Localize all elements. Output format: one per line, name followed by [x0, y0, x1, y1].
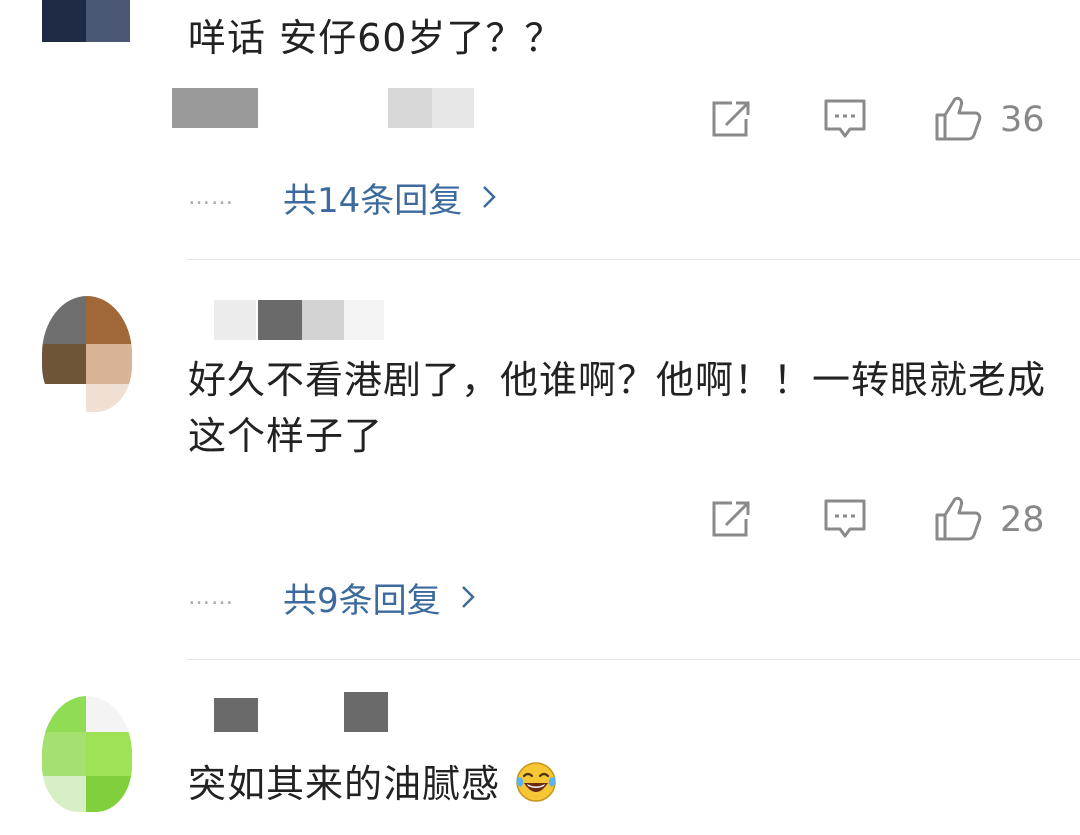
share-button[interactable]	[708, 96, 754, 142]
comment-text: 好久不看港剧了，他谁啊？他啊！！一转眼就老成这个样子了	[188, 358, 1047, 458]
like-button[interactable]	[932, 92, 984, 144]
reply-dots: ……	[188, 184, 234, 210]
view-replies-link[interactable]: …… 共9条回复	[188, 572, 475, 622]
comment-text: 咩话 安仔60岁了？？	[188, 16, 564, 60]
avatar[interactable]	[42, 0, 132, 42]
thumbs-up-icon	[935, 496, 982, 541]
share-button[interactable]	[708, 496, 754, 542]
comment-icon	[824, 499, 866, 538]
like-count: 36	[1000, 100, 1045, 140]
reply-button[interactable]	[822, 496, 868, 542]
like-count: 28	[1000, 500, 1045, 540]
avatar[interactable]	[42, 696, 132, 812]
comment-item: 突如其来的油腻感	[0, 660, 1080, 835]
avatar[interactable]	[42, 296, 132, 412]
like-button[interactable]	[932, 492, 984, 544]
reply-count-label: 共14条回复	[283, 180, 463, 221]
comment-icon	[824, 99, 866, 138]
view-replies-link[interactable]: …… 共14条回复	[188, 172, 497, 222]
laughing-tears-emoji	[516, 762, 556, 802]
chevron-right-icon	[483, 186, 497, 208]
comment-text-content: 突如其来的油腻感	[188, 762, 501, 806]
comment-item: 好久不看港剧了，他谁啊？他啊！！一转眼就老成这个样子了 28 …… 共9条回复	[0, 260, 1080, 660]
share-icon	[712, 101, 750, 137]
thumbs-up-icon	[935, 96, 982, 141]
comment-item: 咩话 安仔60岁了？？ 36 …… 共14条回复	[0, 0, 1080, 260]
chevron-right-icon	[461, 586, 475, 608]
reply-count-label: 共9条回复	[283, 580, 441, 621]
reply-dots: ……	[188, 584, 234, 610]
comment-text: 突如其来的油腻感	[188, 756, 1058, 812]
reply-button[interactable]	[822, 96, 868, 142]
share-icon	[712, 501, 750, 537]
